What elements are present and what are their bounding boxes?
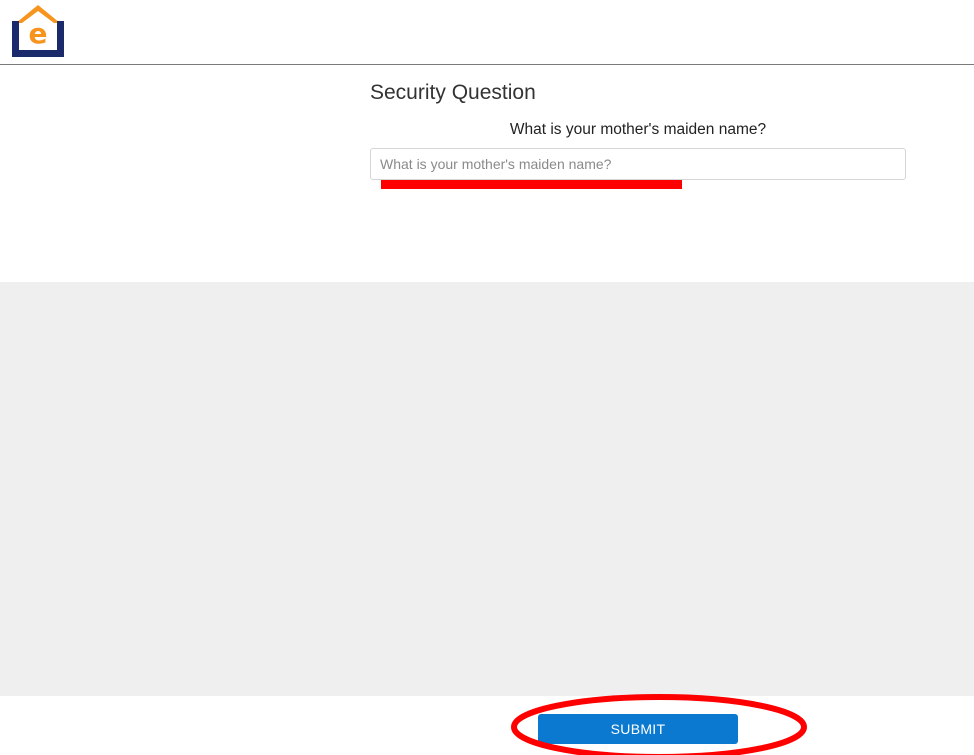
annotation-underline xyxy=(381,180,682,189)
security-question-page: e Security Question What is your mother'… xyxy=(0,0,974,755)
content-panel xyxy=(0,282,974,696)
logo-icon[interactable]: e xyxy=(10,3,66,59)
header: e xyxy=(0,0,974,65)
security-question-label: What is your mother's maiden name? xyxy=(509,121,767,138)
page-title: Security Question xyxy=(370,81,536,104)
logo-letter: e xyxy=(29,17,48,50)
security-answer-input[interactable] xyxy=(370,148,906,180)
submit-button[interactable]: SUBMIT xyxy=(538,714,738,744)
